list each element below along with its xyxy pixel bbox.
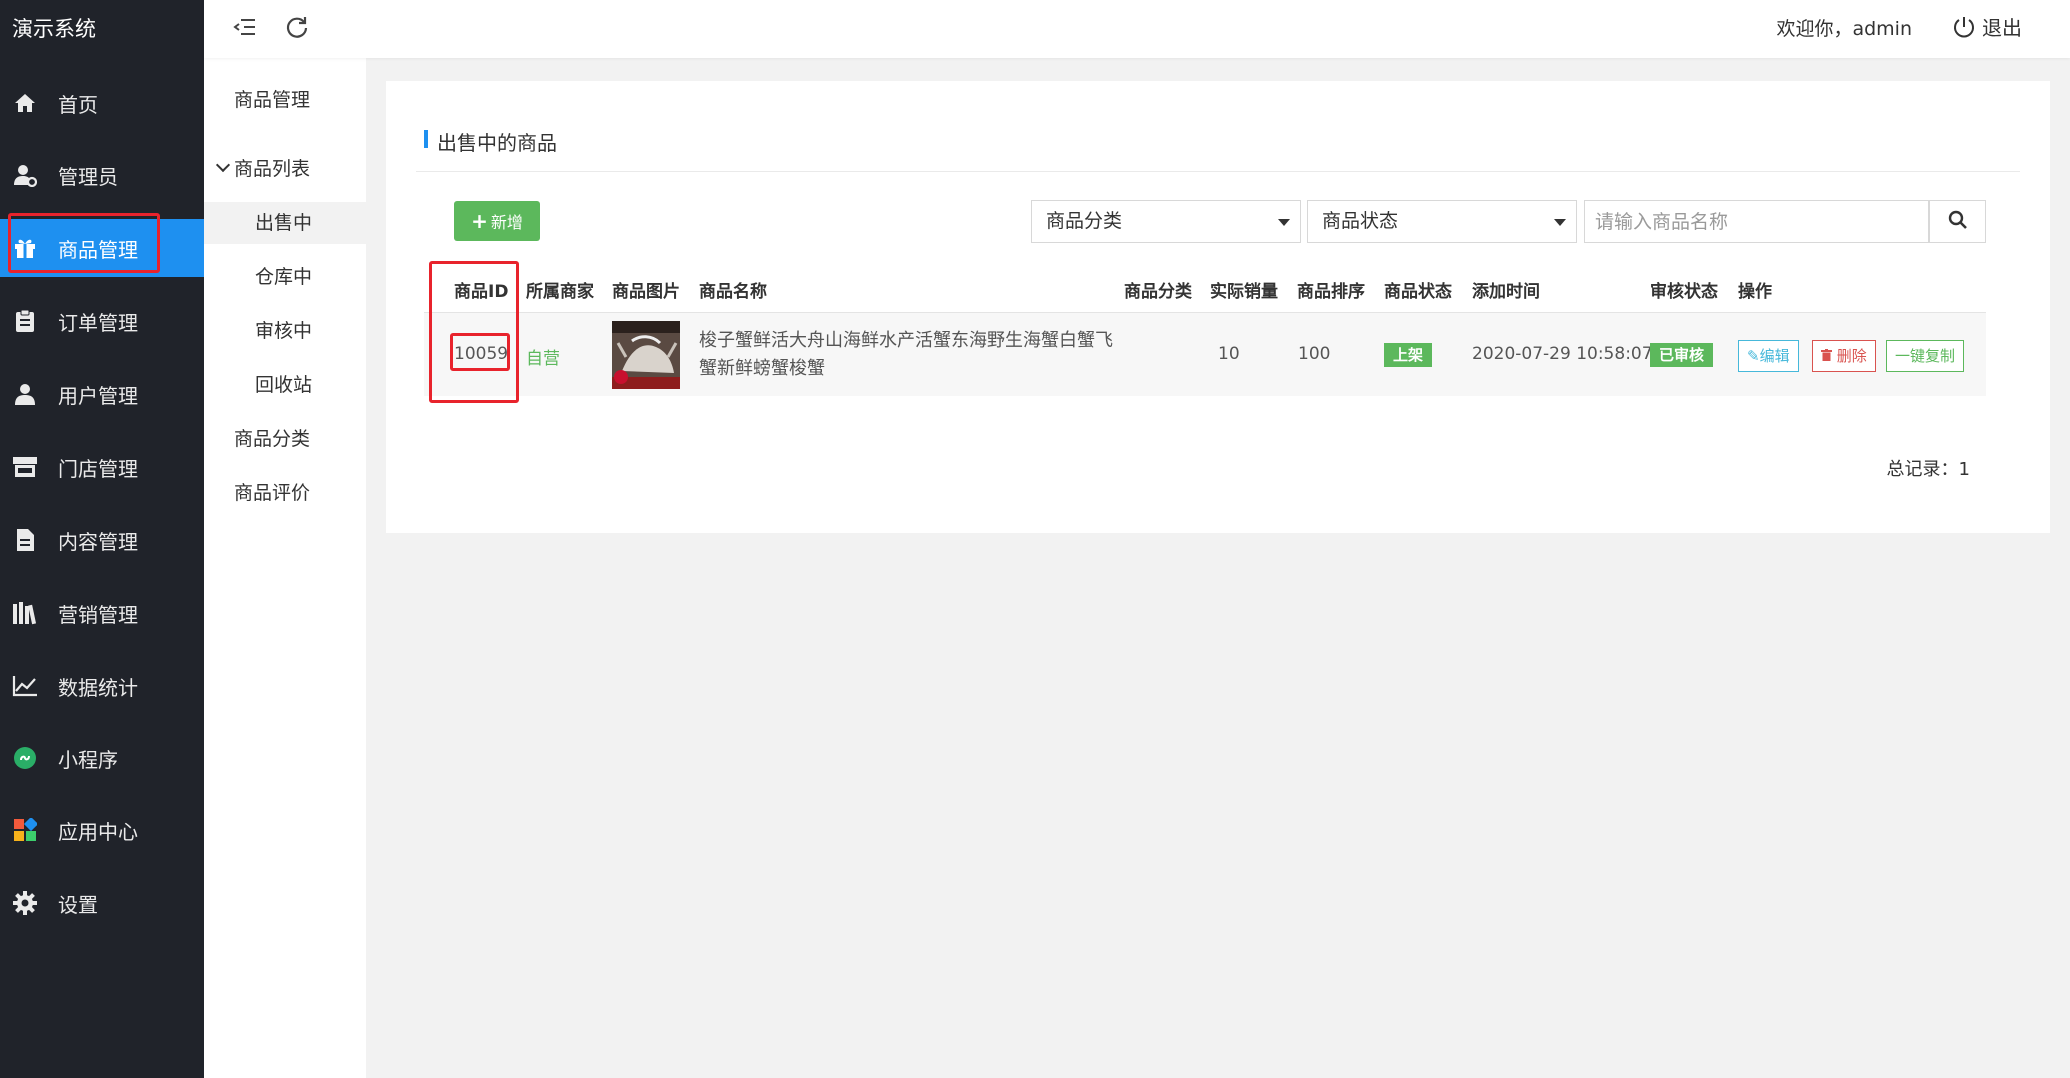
- column-header-id: 商品ID: [454, 282, 509, 302]
- gear-icon: [12, 890, 38, 916]
- refresh-icon[interactable]: [284, 14, 312, 42]
- total-records: 总记录：1: [1886, 459, 1970, 480]
- store-icon: [12, 454, 38, 480]
- status-select[interactable]: 商品状态: [1307, 200, 1577, 243]
- review-status-badge: 已审核: [1650, 343, 1714, 367]
- cell-merchant: 自营: [526, 349, 560, 369]
- column-header-merchant: 所属商家: [526, 282, 594, 302]
- submenu-group-goods-list[interactable]: 商品列表: [204, 148, 366, 190]
- submenu-item-warehouse[interactable]: 仓库中: [204, 256, 366, 298]
- divider: [416, 171, 2020, 172]
- nav-item-statistics[interactable]: 数据统计: [0, 657, 204, 715]
- nav-item-settings[interactable]: 设置: [0, 874, 204, 932]
- nav-item-goods[interactable]: 商品管理: [0, 219, 204, 277]
- app-title: 演示系统: [12, 17, 96, 41]
- panel-title: 出售中的商品: [424, 127, 557, 156]
- submenu-item-recycle-bin[interactable]: 回收站: [204, 364, 366, 406]
- column-header-image: 商品图片: [612, 282, 680, 302]
- search-icon: [1948, 210, 1968, 234]
- category-select-value: 商品分类: [1046, 210, 1123, 232]
- nav-item-marketing[interactable]: 营销管理: [0, 584, 204, 642]
- nav-label: 订单管理: [58, 310, 138, 335]
- main-panel: 出售中的商品 +新增 商品分类 商品状态 商品ID 所属商家 商品图片 商品名称…: [386, 81, 2050, 533]
- nav-item-app-center[interactable]: 应用中心: [0, 801, 204, 859]
- secondary-menu: 商品管理 商品列表 出售中 仓库中 审核中 回收站 商品分类 商品评价: [204, 0, 366, 1078]
- column-header-name: 商品名称: [699, 282, 767, 302]
- nav-label: 应用中心: [58, 819, 138, 844]
- chevron-down-icon: [215, 157, 231, 173]
- search-button[interactable]: [1929, 200, 1986, 243]
- nav-item-content[interactable]: 内容管理: [0, 511, 204, 569]
- category-select[interactable]: 商品分类: [1031, 200, 1301, 243]
- nav-item-miniprogram[interactable]: 小程序: [0, 729, 204, 787]
- logout-button[interactable]: 退出: [1952, 12, 2022, 41]
- mini-program-icon: [12, 745, 38, 771]
- delete-button[interactable]: 删除: [1812, 340, 1876, 372]
- product-name-search-input[interactable]: [1584, 200, 1929, 243]
- nav-item-users[interactable]: 用户管理: [0, 365, 204, 423]
- document-icon: [12, 527, 38, 553]
- add-button-label: 新增: [490, 213, 523, 232]
- column-header-category: 商品分类: [1124, 282, 1192, 302]
- books-icon: [12, 600, 38, 626]
- submenu-item-on-sale[interactable]: 出售中: [204, 202, 366, 244]
- column-header-added-time: 添加时间: [1472, 282, 1540, 302]
- power-icon: [1952, 15, 1976, 39]
- cell-product-name: 梭子蟹鲜活大舟山海鲜水产活蟹东海野生海蟹白蟹飞蟹新鲜螃蟹梭蟹: [699, 330, 1113, 379]
- status-badge: 上架: [1384, 343, 1433, 367]
- edit-button-label: 编辑: [1759, 347, 1790, 365]
- cell-id: 10059: [454, 344, 509, 364]
- cell-sort: 100: [1298, 344, 1331, 364]
- pencil-icon: ✎: [1747, 347, 1760, 365]
- collapse-menu-icon[interactable]: [232, 14, 260, 42]
- nav-label: 用户管理: [58, 383, 138, 408]
- nav-label: 首页: [58, 92, 98, 117]
- nav-label: 设置: [58, 892, 98, 917]
- nav-item-home[interactable]: 首页: [0, 74, 204, 132]
- nav-label: 数据统计: [58, 675, 138, 700]
- column-header-sales: 实际销量: [1210, 282, 1278, 302]
- nav-label: 门店管理: [58, 456, 138, 481]
- submenu-group-label: 商品列表: [234, 158, 311, 180]
- caret-down-icon: [1278, 219, 1290, 226]
- status-select-value: 商品状态: [1322, 210, 1399, 232]
- nav-item-admin[interactable]: 管理员: [0, 146, 204, 204]
- submenu-item-reviewing[interactable]: 审核中: [204, 310, 366, 352]
- nav-label: 营销管理: [58, 602, 138, 627]
- column-header-review-status: 审核状态: [1650, 282, 1718, 302]
- column-header-status: 商品状态: [1384, 282, 1452, 302]
- nav-item-orders[interactable]: 订单管理: [0, 292, 204, 350]
- edit-button[interactable]: ✎编辑: [1738, 340, 1799, 372]
- submenu-title: 商品管理: [234, 89, 311, 111]
- logout-label: 退出: [1982, 16, 2022, 40]
- admin-user-icon: [12, 162, 38, 188]
- nav-label: 管理员: [58, 164, 118, 189]
- add-button[interactable]: + 新增: [454, 201, 540, 241]
- plus-icon: +: [471, 209, 488, 233]
- trash-icon: [1821, 347, 1837, 365]
- clipboard-icon: [12, 308, 38, 334]
- user-icon: [12, 381, 38, 407]
- column-header-actions: 操作: [1738, 282, 1772, 302]
- sidebar: 演示系统 首页 管理员 商品管理 订单管理 用户管理 门店管理 内容管理 营销管…: [0, 0, 204, 1078]
- nav-item-stores[interactable]: 门店管理: [0, 438, 204, 496]
- welcome-text: 欢迎你，admin: [1776, 18, 1912, 40]
- line-chart-icon: [12, 673, 38, 699]
- submenu-item-category[interactable]: 商品分类: [204, 418, 366, 460]
- gift-icon: [12, 235, 38, 261]
- nav-label: 商品管理: [58, 237, 138, 262]
- submenu-item-reviews[interactable]: 商品评价: [204, 472, 366, 514]
- nav-label: 小程序: [58, 747, 118, 772]
- copy-button[interactable]: 一键复制: [1886, 340, 1965, 372]
- product-thumbnail: [612, 321, 680, 389]
- cell-added-time: 2020-07-29 10:58:07: [1472, 344, 1653, 364]
- delete-button-label: 删除: [1836, 347, 1867, 365]
- home-icon: [12, 90, 38, 116]
- apps-grid-icon: [12, 817, 38, 843]
- cell-sales: 10: [1218, 344, 1240, 364]
- caret-down-icon: [1554, 219, 1566, 226]
- nav-label: 内容管理: [58, 529, 138, 554]
- top-bar: 欢迎你，admin 退出: [204, 0, 2070, 58]
- column-header-sort: 商品排序: [1297, 282, 1365, 302]
